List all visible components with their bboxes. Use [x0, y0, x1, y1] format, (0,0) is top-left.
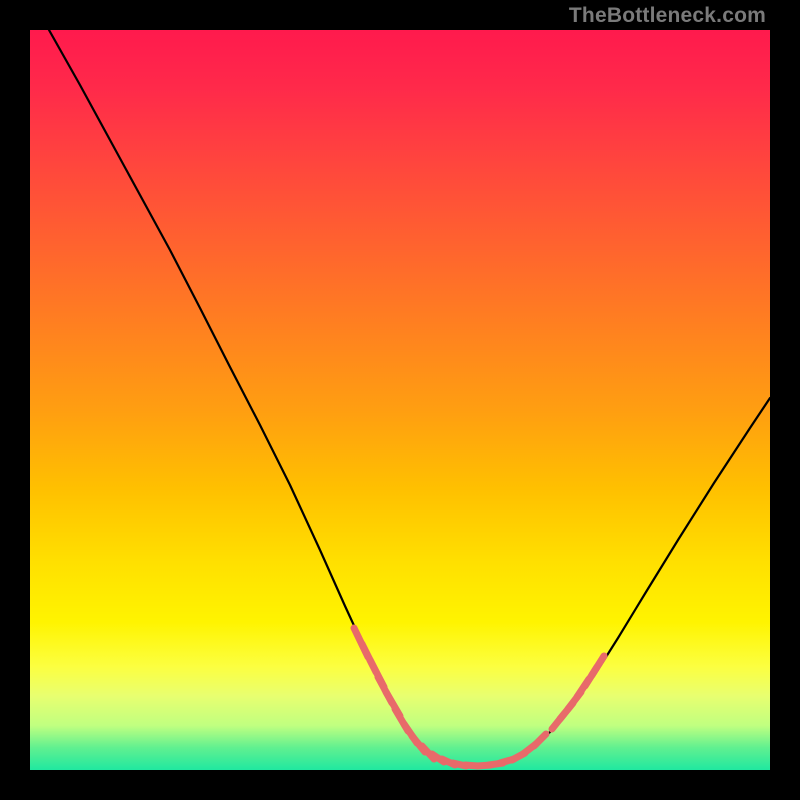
marker-tick	[592, 656, 604, 675]
marker-band	[354, 628, 604, 766]
primary-curve	[49, 30, 770, 766]
chart-svg	[30, 30, 770, 770]
marker-tick	[534, 734, 546, 746]
chart-plot-area	[30, 30, 770, 770]
watermark-text: TheBottleneck.com	[569, 4, 766, 28]
chart-outer-frame: TheBottleneck.com	[0, 0, 800, 800]
